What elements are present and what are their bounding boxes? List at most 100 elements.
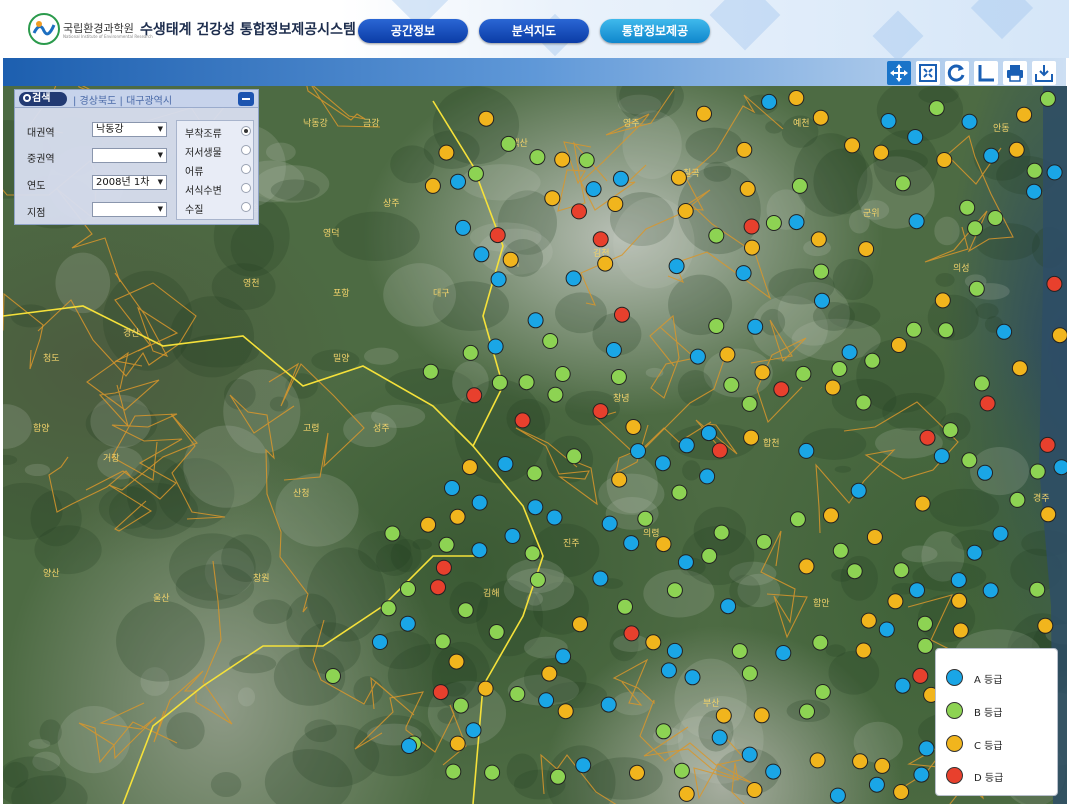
site-marker[interactable] <box>893 562 910 579</box>
site-marker[interactable] <box>952 622 969 639</box>
site-marker[interactable] <box>668 258 685 275</box>
site-marker[interactable] <box>708 318 725 334</box>
site-marker[interactable] <box>831 361 848 377</box>
site-marker[interactable] <box>798 442 815 459</box>
site-marker[interactable] <box>832 542 849 559</box>
site-marker[interactable] <box>860 612 877 629</box>
site-marker[interactable] <box>1009 491 1026 508</box>
save-image-button[interactable] <box>1032 61 1056 85</box>
site-marker[interactable] <box>670 169 687 186</box>
site-marker[interactable] <box>1039 90 1056 107</box>
site-marker[interactable] <box>908 213 925 230</box>
site-marker[interactable] <box>571 203 587 220</box>
site-marker[interactable] <box>400 581 416 597</box>
site-marker[interactable] <box>765 215 782 231</box>
site-marker[interactable] <box>529 149 546 166</box>
site-marker[interactable] <box>527 499 544 516</box>
site-marker[interactable] <box>444 480 460 496</box>
site-marker[interactable] <box>677 554 694 571</box>
site-marker[interactable] <box>799 703 815 720</box>
site-marker[interactable] <box>736 141 753 158</box>
site-marker[interactable] <box>678 785 695 802</box>
site-marker[interactable] <box>449 508 466 525</box>
site-marker[interactable] <box>1046 275 1063 292</box>
site-marker[interactable] <box>585 181 602 198</box>
site-marker[interactable] <box>855 394 872 411</box>
site-marker[interactable] <box>487 338 504 355</box>
site-marker[interactable] <box>541 665 558 682</box>
site-marker[interactable] <box>611 471 628 488</box>
major-basin-select[interactable]: 낙동강 <box>92 122 167 137</box>
type-option-benthic[interactable]: 저서생물 <box>185 144 253 159</box>
site-marker[interactable] <box>610 369 627 385</box>
site-marker[interactable] <box>555 648 572 665</box>
region-breadcrumb[interactable]: | 경상북도 | 대구광역시 <box>73 92 172 107</box>
type-option-water-quality[interactable]: 수질 <box>185 201 253 216</box>
site-marker[interactable] <box>936 152 953 168</box>
site-marker[interactable] <box>743 429 760 446</box>
site-marker[interactable] <box>666 642 683 659</box>
site-marker[interactable] <box>987 210 1004 226</box>
site-marker[interactable] <box>789 511 806 528</box>
site-marker[interactable] <box>473 246 490 263</box>
site-marker[interactable] <box>524 545 541 562</box>
site-marker[interactable] <box>699 468 716 485</box>
site-marker[interactable] <box>866 529 883 545</box>
radio-button[interactable] <box>241 126 251 136</box>
site-marker[interactable] <box>550 768 566 785</box>
site-marker[interactable] <box>708 227 725 244</box>
site-marker[interactable] <box>967 220 984 237</box>
radio-button[interactable] <box>241 183 251 193</box>
site-marker[interactable] <box>928 100 945 117</box>
site-marker[interactable] <box>684 669 701 686</box>
site-marker[interactable] <box>852 753 869 770</box>
site-marker[interactable] <box>743 218 760 235</box>
site-marker[interactable] <box>575 757 592 774</box>
site-marker[interactable] <box>478 110 495 127</box>
site-marker[interactable] <box>846 563 863 580</box>
site-marker[interactable] <box>689 348 706 365</box>
site-marker[interactable] <box>942 422 959 439</box>
site-marker[interactable] <box>731 643 748 660</box>
type-option-fish[interactable]: 어류 <box>185 163 253 178</box>
site-marker[interactable] <box>914 495 931 512</box>
site-marker[interactable] <box>542 333 559 349</box>
site-marker[interactable] <box>983 147 1000 164</box>
site-marker[interactable] <box>814 684 831 700</box>
site-marker[interactable] <box>466 387 483 404</box>
site-marker[interactable] <box>858 241 875 258</box>
site-marker[interactable] <box>950 572 967 589</box>
site-marker[interactable] <box>654 455 671 472</box>
site-marker[interactable] <box>565 270 582 287</box>
site-marker[interactable] <box>905 321 922 338</box>
site-marker[interactable] <box>677 203 694 219</box>
site-marker[interactable] <box>614 306 630 323</box>
site-select[interactable] <box>92 202 167 217</box>
type-option-habitat[interactable]: 서식수변 <box>185 182 253 197</box>
site-marker[interactable] <box>630 443 646 460</box>
site-marker[interactable] <box>746 782 763 798</box>
site-marker[interactable] <box>711 729 728 746</box>
zoom-extent-button[interactable] <box>916 61 940 85</box>
site-marker[interactable] <box>917 615 933 632</box>
site-marker[interactable] <box>864 352 881 369</box>
site-marker[interactable] <box>544 190 561 207</box>
site-marker[interactable] <box>467 165 484 182</box>
site-marker[interactable] <box>934 292 951 309</box>
site-marker[interactable] <box>380 600 397 617</box>
site-marker[interactable] <box>557 703 574 720</box>
site-marker[interactable] <box>824 379 841 396</box>
site-marker[interactable] <box>739 180 756 197</box>
nav-spatial-info[interactable]: 공간정보 <box>358 19 468 43</box>
site-marker[interactable] <box>933 448 950 465</box>
site-marker[interactable] <box>753 707 770 724</box>
site-marker[interactable] <box>1011 360 1028 377</box>
site-marker[interactable] <box>951 592 968 609</box>
site-marker[interactable] <box>795 365 812 382</box>
site-marker[interactable] <box>1008 141 1025 158</box>
site-marker[interactable] <box>655 536 672 553</box>
site-marker[interactable] <box>959 199 976 216</box>
site-marker[interactable] <box>455 219 471 236</box>
site-marker[interactable] <box>1029 463 1046 480</box>
site-marker[interactable] <box>527 312 544 329</box>
